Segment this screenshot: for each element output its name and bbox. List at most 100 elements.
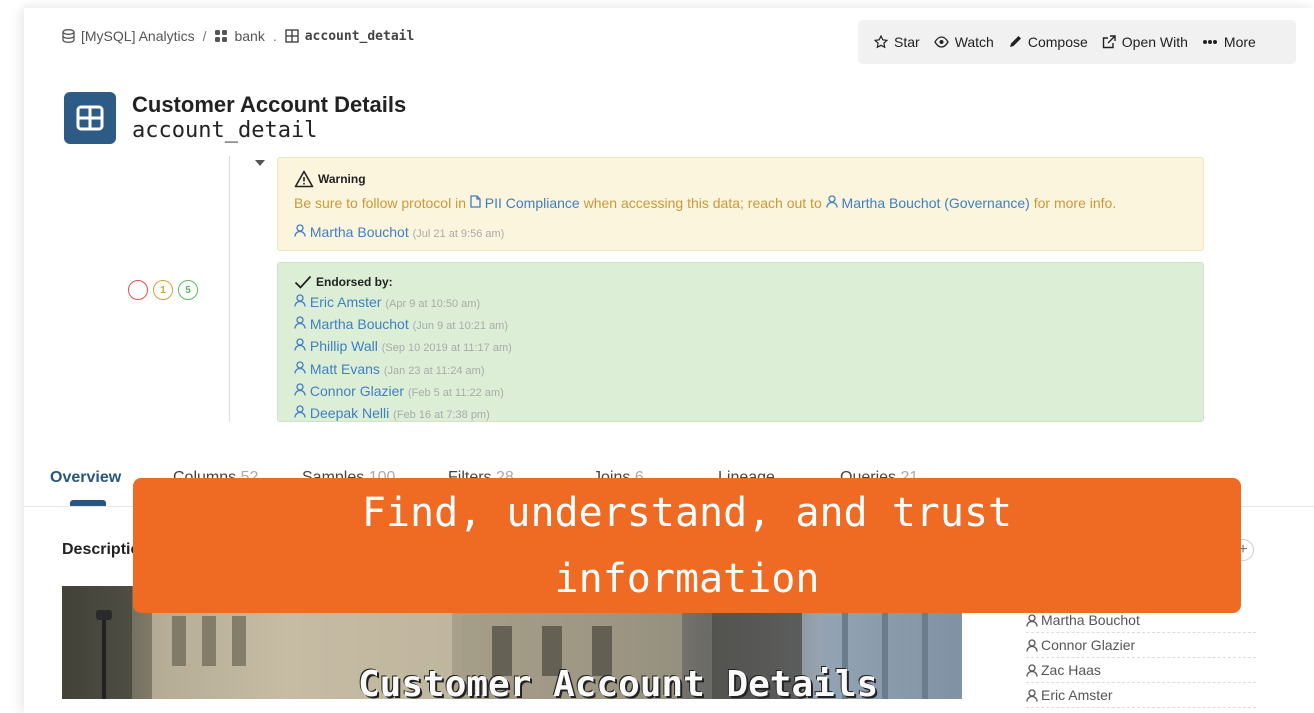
badge-red[interactable] (128, 280, 148, 300)
divider (229, 156, 230, 422)
endorser-row: Connor Glazier (Feb 5 at 11:22 am) (294, 381, 512, 403)
person-icon (294, 383, 306, 396)
promo-banner: Find, understand, and trust information (133, 478, 1241, 613)
endorser-link[interactable]: Deepak Nelli (294, 405, 389, 421)
person-icon (294, 360, 306, 374)
endorser-name: Connor Glazier (309, 382, 405, 399)
database-icon (62, 29, 75, 43)
table-icon (285, 29, 299, 43)
breadcrumb: [MySQL] Analytics / bank . account_detai… (62, 28, 414, 44)
eye-icon (933, 36, 949, 48)
endorser-name: Martha Bouchot (309, 316, 409, 333)
warning-triangle-icon (294, 170, 314, 188)
document-icon (470, 195, 481, 208)
star-button[interactable]: Star (874, 34, 920, 50)
owner-item[interactable]: Zac Haas (1026, 658, 1256, 683)
endorser-name: Phillip Wall (309, 338, 378, 355)
checkmark-icon (294, 275, 312, 289)
breadcrumb-dot: . (272, 28, 277, 44)
star-label: Star (894, 34, 920, 50)
endorser-row: Deepak Nelli (Feb 16 at 7:38 pm) (294, 403, 512, 425)
endorser-row: Phillip Wall (Sep 10 2019 at 11:17 am) (294, 336, 512, 358)
collapse-caret-icon[interactable] (255, 160, 265, 166)
endorser-link[interactable]: Martha Bouchot (294, 316, 409, 332)
warning-title: Warning (294, 170, 366, 188)
endorser-row: Matt Evans (Jan 23 at 11:24 am) (294, 359, 512, 381)
endorser-name: Matt Evans (309, 360, 380, 377)
toolbar: Star Watch Compose Open With More (858, 20, 1296, 64)
endorser-row: Martha Bouchot (Jun 9 at 10:21 am) (294, 314, 512, 336)
table-header-icon (64, 92, 116, 144)
page-title: Customer Account Details (132, 92, 407, 117)
endorser-timestamp: (Jun 9 at 10:21 am) (412, 320, 509, 333)
person-icon (294, 294, 306, 307)
more-label: More (1223, 34, 1256, 50)
warning-body-mid: when accessing this data; reach out to (579, 195, 826, 211)
promo-banner-text: Find, understand, and trust information (361, 489, 1013, 602)
person-icon (294, 224, 306, 237)
endorser-link[interactable]: Eric Amster (294, 294, 381, 310)
endorser-timestamp: (Jan 23 at 11:24 am) (383, 364, 485, 377)
endorser-row: Eric Amster (Apr 9 at 10:50 am) (294, 292, 512, 314)
person-icon (294, 405, 306, 418)
warning-body-post: for more info. (1029, 195, 1117, 211)
more-button[interactable]: More (1202, 34, 1256, 50)
pencil-icon (1008, 35, 1022, 49)
owner-item[interactable]: Connor Glazier (1026, 633, 1256, 658)
person-icon (294, 338, 306, 351)
warning-author-name: Martha Bouchot (309, 224, 409, 240)
governance-contact-link[interactable]: Martha Bouchot (Governance) (825, 195, 1030, 211)
page-subtitle: account_detail (132, 118, 318, 143)
endorser-timestamp: (Sep 10 2019 at 11:17 am) (381, 342, 512, 355)
star-icon (874, 35, 888, 49)
person-icon (825, 195, 838, 208)
pii-compliance-link[interactable]: PII Compliance (470, 195, 580, 211)
endorser-link[interactable]: Connor Glazier (294, 383, 404, 399)
person-icon (1026, 663, 1038, 677)
badge-green[interactable]: 5 (178, 280, 198, 300)
endorser-link[interactable]: Phillip Wall (294, 338, 378, 354)
breadcrumb-database[interactable]: [MySQL] Analytics (81, 28, 195, 44)
endorser-timestamp: (Apr 9 at 10:50 am) (385, 298, 481, 310)
owner-item[interactable]: Eric Amster (1026, 683, 1256, 708)
breadcrumb-table: account_detail (304, 28, 415, 44)
person-icon (294, 316, 306, 329)
endorser-link[interactable]: Matt Evans (294, 361, 380, 377)
owner-name: Zac Haas (1041, 662, 1101, 678)
tab-overview[interactable]: Overview (50, 469, 121, 487)
warning-body: Be sure to follow protocol in PII Compli… (294, 195, 1116, 211)
owner-name: Connor Glazier (1041, 637, 1136, 653)
breadcrumb-schema[interactable]: bank (234, 28, 264, 44)
status-badges: 1 5 (128, 280, 198, 300)
compose-button[interactable]: Compose (1008, 34, 1088, 50)
warning-body-pre: Be sure to follow protocol in (294, 195, 470, 211)
endorser-timestamp: (Feb 16 at 7:38 pm) (393, 409, 490, 422)
breadcrumb-separator: / (202, 28, 207, 44)
watch-button[interactable]: Watch (933, 34, 994, 50)
person-icon (1026, 613, 1038, 627)
endorsement-title: Endorsed by: (294, 275, 393, 289)
endorser-list: Eric Amster (Apr 9 at 10:50 am) Martha B… (294, 292, 512, 425)
endorsement-title-text: Endorsed by: (316, 275, 393, 289)
person-icon (1026, 638, 1038, 652)
compose-label: Compose (1027, 34, 1088, 50)
warning-title-text: Warning (318, 172, 366, 186)
warning-author-link[interactable]: Martha Bouchot (294, 224, 409, 240)
ellipsis-icon (1202, 39, 1218, 45)
owner-name: Martha Bouchot (1041, 612, 1140, 628)
warning-timestamp: (Jul 21 at 9:56 am) (412, 228, 505, 240)
warning-panel: Warning Be sure to follow protocol in PI… (277, 157, 1204, 251)
description-image-caption: Customer Account Details (358, 664, 879, 699)
owner-name: Eric Amster (1041, 687, 1113, 703)
open-with-button[interactable]: Open With (1102, 34, 1188, 50)
endorser-name: Deepak Nelli (309, 405, 390, 422)
tab-label: Overview (50, 469, 122, 486)
watch-label: Watch (954, 34, 994, 50)
endorsement-panel: Endorsed by: Eric Amster (Apr 9 at 10:50… (277, 262, 1204, 422)
governance-contact-text: Martha Bouchot (Governance) (841, 195, 1030, 211)
external-link-icon (1102, 35, 1116, 49)
badge-orange[interactable]: 1 (153, 280, 173, 300)
endorser-timestamp: (Feb 5 at 11:22 am) (407, 386, 504, 399)
schema-icon (214, 29, 228, 43)
owner-list: Martha Bouchot Connor Glazier Zac Haas Eric… (1026, 608, 1256, 708)
